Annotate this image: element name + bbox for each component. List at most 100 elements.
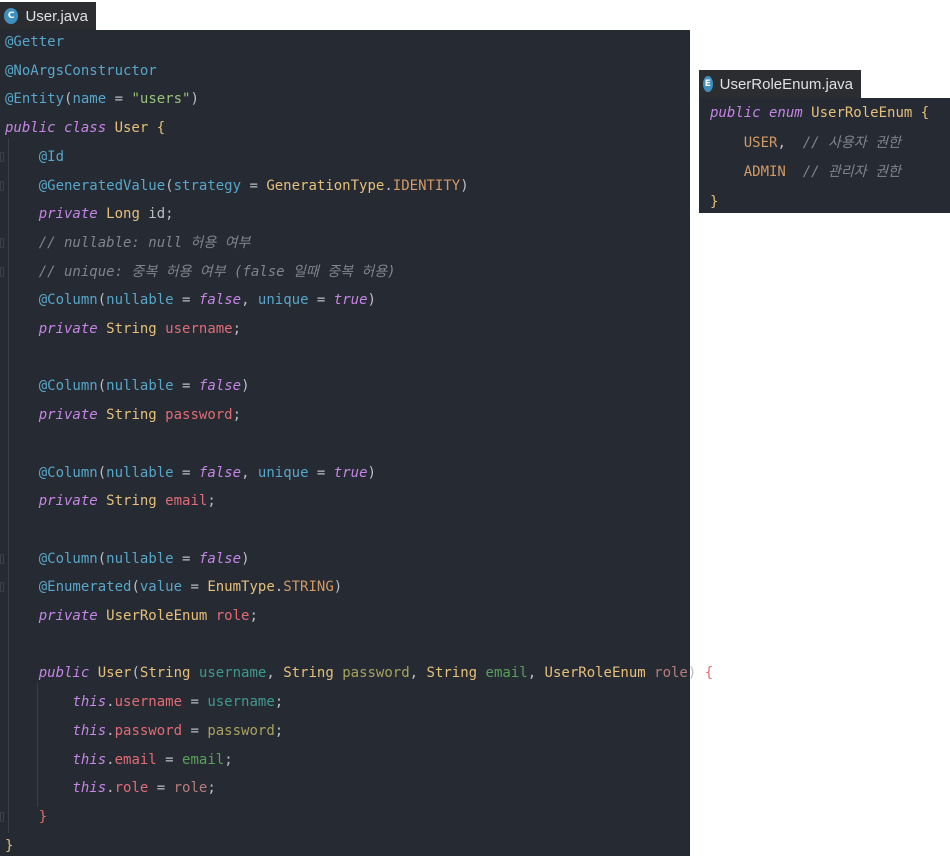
code-token: false — [198, 292, 242, 309]
code-token: id; — [139, 206, 174, 223]
code-line: public class User { — [5, 118, 165, 138]
gutter-marker-icon[interactable] — [0, 553, 4, 564]
code-token: true — [333, 292, 368, 309]
code-token: { — [704, 665, 714, 682]
gutter-marker-icon[interactable] — [0, 266, 4, 277]
code-token: . — [106, 722, 115, 739]
tab-user-role-enum-java[interactable]: E UserRoleEnum.java — [699, 70, 861, 98]
gutter-marker-icon[interactable] — [0, 151, 4, 162]
code-token: private — [38, 608, 107, 624]
tab-user-java[interactable]: C User.java — [0, 2, 96, 30]
code-token: USER — [743, 134, 778, 151]
code-token: @Column — [38, 378, 98, 395]
code-token: unique — [257, 464, 309, 481]
code-token: = — [156, 751, 183, 768]
indent-guide — [8, 138, 9, 833]
code-token: String — [139, 665, 191, 682]
code-token: this — [72, 751, 107, 768]
code-token: , — [777, 134, 803, 151]
code-token: } — [5, 837, 14, 854]
code-line: } — [5, 836, 13, 856]
code-token: username — [207, 694, 275, 711]
code-token: = — [241, 177, 267, 194]
code-line: @Column(nullable = false, unique = true) — [5, 290, 376, 310]
code-line: private Long id; — [5, 204, 174, 224]
code-token: ; — [274, 722, 284, 739]
code-token: = — [308, 292, 334, 309]
code-token: , — [527, 665, 545, 682]
code-token: Long — [106, 206, 140, 223]
code-token: String — [106, 493, 157, 510]
code-token: @Entity — [5, 91, 65, 108]
code-token: = — [173, 292, 199, 309]
code-token: ) — [190, 91, 199, 108]
code-token: username — [165, 321, 233, 337]
enum-icon: E — [703, 76, 713, 92]
code-token: ADMIN — [743, 164, 786, 180]
code-token: ( — [97, 292, 107, 309]
gutter-marker-icon[interactable] — [0, 237, 4, 248]
code-token: role — [114, 780, 149, 797]
code-token: = — [182, 579, 208, 596]
code-token: nullable — [106, 464, 174, 481]
code-token: role — [654, 665, 688, 682]
class-icon: C — [4, 8, 19, 24]
gutter-marker-icon[interactable] — [0, 582, 4, 593]
tab-label: User.java — [25, 7, 88, 25]
code-token: ) — [687, 665, 705, 682]
code-editor-user-role-enum-java[interactable]: public enum UserRoleEnum { USER, // 사용자 … — [699, 98, 950, 213]
code-token: String — [426, 665, 478, 682]
code-token: , — [241, 292, 258, 309]
code-token: String — [106, 407, 157, 424]
code-token: = — [173, 550, 199, 567]
code-token: this — [72, 694, 107, 711]
code-line: this.password = password; — [5, 721, 283, 741]
code-token: @Column — [38, 464, 98, 481]
code-line: // unique: 중복 허용 여부 (false 일때 중복 허용) — [5, 262, 396, 282]
code-token: username — [114, 694, 183, 711]
code-editor-user-java[interactable]: @Getter @NoArgsConstructor @Entity(name = … — [0, 30, 713, 856]
code-token: ; — [207, 780, 216, 797]
code-token: String — [283, 665, 334, 682]
code-token: . — [106, 780, 115, 797]
code-token: false — [198, 550, 242, 567]
code-token: role — [173, 780, 208, 797]
code-line: } — [710, 192, 718, 212]
gutter-marker-icon[interactable] — [0, 811, 4, 822]
code-token: } — [38, 808, 48, 825]
code-line: public enum UserRoleEnum { — [710, 103, 929, 123]
code-token: = — [182, 722, 208, 739]
code-token: username — [198, 665, 267, 682]
code-token: @Id — [38, 148, 65, 165]
code-token: password — [342, 665, 410, 682]
code-token: ; — [232, 321, 242, 337]
gutter-marker-icon[interactable] — [0, 180, 4, 191]
code-line: USER, // 사용자 권한 — [710, 133, 901, 153]
code-token: private — [38, 407, 107, 424]
code-token: IDENTITY — [392, 177, 461, 194]
code-token: email — [485, 665, 528, 682]
code-token: false — [198, 378, 242, 395]
code-token: = — [182, 694, 208, 711]
indent-guide — [37, 683, 38, 807]
code-token: ) — [367, 292, 376, 309]
code-token: email — [165, 493, 208, 510]
code-line: private String username; — [5, 319, 241, 339]
code-token: , — [241, 464, 258, 481]
code-line: @GeneratedValue(strategy = GenerationTyp… — [5, 176, 469, 196]
code-token: = — [173, 464, 199, 481]
code-line: @Id — [5, 147, 64, 167]
